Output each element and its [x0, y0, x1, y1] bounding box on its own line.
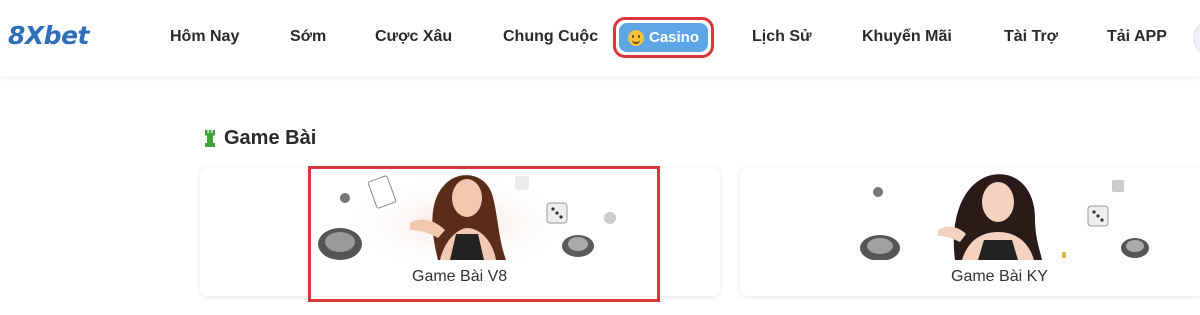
nav-item-casino[interactable]: Casino — [613, 17, 714, 58]
rook-icon — [204, 129, 216, 148]
section-heading: Game Bài — [204, 127, 316, 150]
nav-item-cuoc-xau[interactable]: Cược Xâu — [375, 28, 452, 46]
game-card-label: Game Bài KY — [951, 268, 1048, 285]
game-card-v8[interactable]: Game Bài V8 — [200, 168, 720, 296]
game-card-label: Game Bài V8 — [412, 268, 508, 285]
smiley-icon — [627, 29, 644, 46]
nav-item-tai-tro[interactable]: Tài Trợ — [1004, 28, 1058, 46]
brand-logo[interactable]: 8Xbet — [8, 21, 89, 50]
top-nav-bar: 8Xbet Hôm Nay Sớm Cược Xâu Chung Cuộc Ca… — [0, 0, 1200, 76]
nav-item-hom-nay[interactable]: Hôm Nay — [170, 28, 239, 46]
nav-item-lich-su[interactable]: Lịch Sử — [752, 28, 812, 46]
nav-item-tai-app[interactable]: Tải APP — [1107, 28, 1167, 46]
nav-item-som[interactable]: Sớm — [290, 28, 326, 46]
game-card-ky[interactable]: Game Bài KY — [740, 168, 1200, 296]
casino-pill[interactable]: Casino — [619, 23, 708, 52]
nav-item-casino-label: Casino — [648, 29, 699, 46]
nav-item-khuyen-mai[interactable]: Khuyến Mãi — [862, 28, 952, 46]
card-artwork-v8 — [318, 168, 616, 260]
account-button[interactable] — [1193, 20, 1200, 56]
section-title-text: Game Bài — [224, 127, 317, 149]
nav-item-chung-cuoc[interactable]: Chung Cuộc — [503, 28, 598, 46]
card-artwork-ky — [860, 174, 1149, 260]
